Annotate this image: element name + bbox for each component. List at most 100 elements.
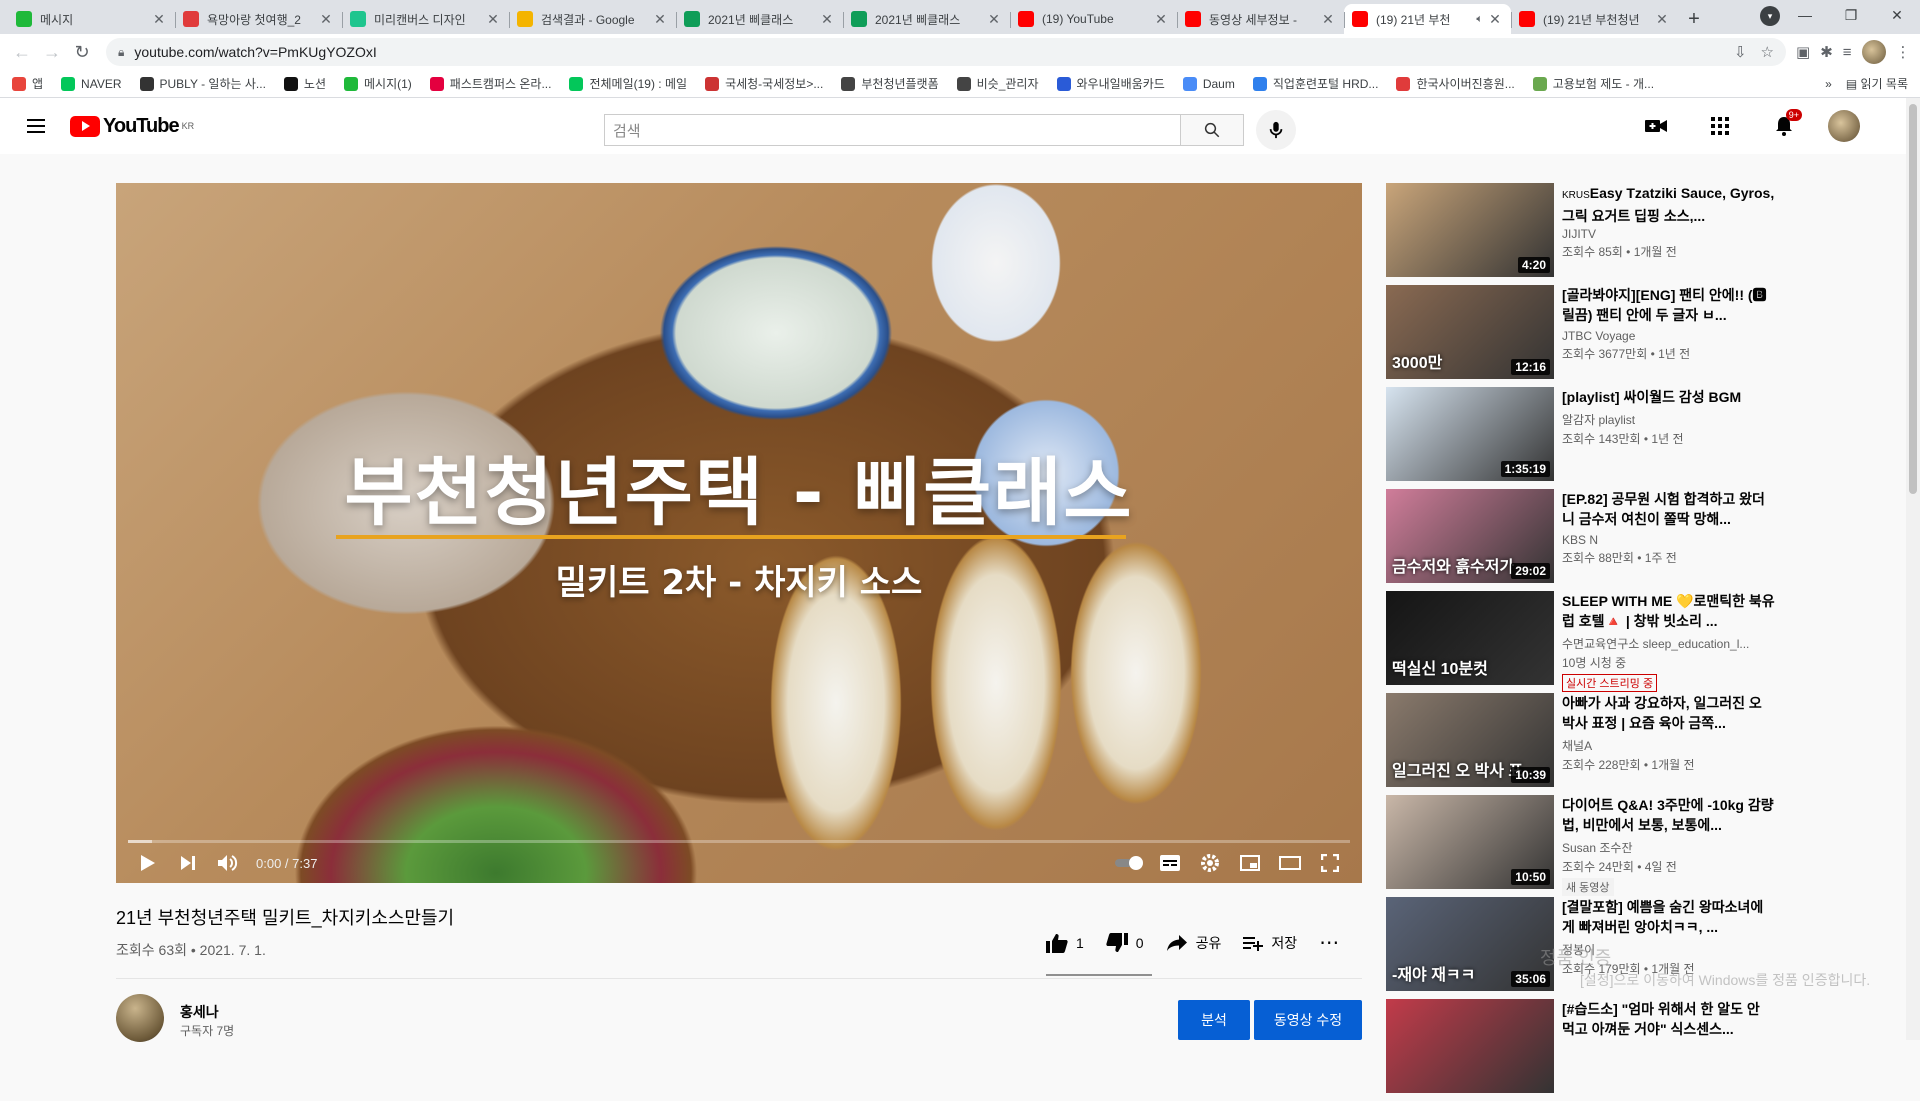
profile-avatar[interactable] [1861,40,1886,64]
bookmark-item[interactable]: 앱 [12,75,43,92]
autoplay-toggle[interactable] [1110,843,1150,883]
recommendation-channel[interactable]: KBS N [1562,533,1776,547]
voice-search-button[interactable] [1256,110,1296,150]
menu-icon[interactable] [16,106,56,146]
browser-tab[interactable]: (19) 21년 부천 🔈︎ ✕ [1344,4,1511,34]
bookmark-star-icon[interactable]: ☆ [1761,43,1774,61]
theater-mode-icon[interactable] [1270,843,1310,883]
recommendation-card[interactable]: 1:35:19 [playlist] 싸이월드 감성 BGM 알감자 playlis… [1386,387,1916,481]
recommendation-card[interactable]: 금수저와 흙수저가 29:02 [EP.82] 공무원 시험 합격하고 왔더니 금수… [1386,489,1916,583]
video-player[interactable]: 부천청년주택 - 삐클래스 밀키트 2차 - 차지키 소스 0:00 / 7:3… [116,183,1362,883]
recommendation-channel[interactable]: 알감자 playlist [1562,411,1776,428]
tab-close-icon[interactable]: ✕ [485,11,501,28]
recommendation-title[interactable]: [골라봐야지][ENG] 팬티 안에!! (🅱릴끔) 팬티 안에 두 글자 ㅂ.… [1562,285,1776,325]
recommendation-title[interactable]: [playlist] 싸이월드 감성 BGM [1562,387,1776,407]
tab-close-icon[interactable]: ✕ [318,11,334,28]
reading-list-button[interactable]: ▤ 읽기 목록 [1846,75,1908,92]
settings-gear-icon[interactable] [1190,843,1230,883]
bookmark-item[interactable]: 메시지(1) [344,75,412,92]
recommendation-channel[interactable]: 수면교육연구소 sleep_education_l... [1562,635,1776,652]
scrollbar-thumb[interactable] [1909,104,1917,494]
back-icon[interactable]: ← [8,38,36,66]
recommendation-channel[interactable]: JTBC Voyage [1562,329,1776,343]
close-window-icon[interactable]: ✕ [1874,0,1920,30]
recommendation-title[interactable]: 다이어트 Q&A! 3주만에 -10kg 감량법, 비만에서 보통, 보통에..… [1562,795,1776,835]
browser-tab[interactable]: (19) YouTube ✕ [1010,4,1177,34]
tab-audio-icon[interactable]: 🔈︎ [1476,13,1483,26]
tab-close-icon[interactable]: ✕ [1487,11,1503,28]
more-actions-icon[interactable]: ⋯ [1319,930,1339,955]
video-thumbnail[interactable]: 금수저와 흙수저가 29:02 [1386,489,1554,583]
video-thumbnail[interactable]: 3000만 12:16 [1386,285,1554,379]
like-button[interactable]: 1 [1046,933,1084,953]
address-bar[interactable]: 🔒︎ youtube.com/watch?v=PmKUgYOZOxI ⇩ ☆ [106,38,1786,66]
recommendation-card[interactable]: 일그러진 오 박사 표 10:39 아빠가 사과 강요하자, 일그러진 오 박사 표… [1386,693,1916,787]
recommendation-card[interactable]: [#습드소] "엄마 위해서 한 알도 안 먹고 아껴둔 거야" 식스센스... [1386,999,1916,1093]
search-button[interactable] [1180,114,1244,146]
tab-close-icon[interactable]: ✕ [652,11,668,28]
bookmark-item[interactable]: 비슷_관리자 [956,75,1039,92]
bookmark-item[interactable]: Daum [1182,76,1235,91]
bookmark-item[interactable]: 고용보험 제도 - 개... [1532,75,1654,92]
youtube-logo[interactable]: YouTube KR [70,115,194,138]
bookmarks-more-icon[interactable]: » [1825,77,1832,91]
minimize-icon[interactable]: — [1782,0,1828,30]
bookmark-item[interactable]: 와우내일배움카드 [1056,75,1165,92]
channel-avatar[interactable] [116,994,164,1042]
analytics-button[interactable]: 분석 [1178,1000,1250,1040]
subtitles-icon[interactable] [1150,843,1190,883]
video-thumbnail[interactable]: 10:50 [1386,795,1554,889]
recommendation-channel[interactable]: Susan 조수잔 [1562,839,1776,856]
menu-dots-icon[interactable]: ⋮ [1896,43,1911,61]
install-icon[interactable]: ⇩ [1734,43,1747,61]
video-thumbnail[interactable]: 일그러진 오 박사 표 10:39 [1386,693,1554,787]
edit-video-button[interactable]: 동영상 수정 [1254,1000,1362,1040]
maximize-icon[interactable]: ❐ [1828,0,1874,30]
video-thumbnail[interactable]: -재야 재ㅋㅋ 35:06 [1386,897,1554,991]
media-control-icon[interactable]: ≡ [1843,44,1852,61]
recommendation-channel[interactable]: JIJITV [1562,227,1776,241]
recommendation-title[interactable]: SLEEP WITH ME 💛로맨틱한 북유럽 호텔🔺 | 창밖 빗소리 ... [1562,591,1776,631]
search-input[interactable]: 검색 [604,114,1180,146]
notifications-icon[interactable]: 9+ [1764,106,1804,146]
bookmark-item[interactable]: PUBLY - 일하는 사... [139,75,266,92]
recommendation-title[interactable]: KRUSEasy Tzatziki Sauce, Gyros, 그릭 요거트 딥… [1562,183,1776,223]
tab-close-icon[interactable]: ✕ [1320,11,1336,28]
recommendation-title[interactable]: [EP.82] 공무원 시험 합격하고 왔더니 금수저 여친이 쫄딱 망해... [1562,489,1776,529]
browser-tab[interactable]: 욕망아랑 첫여행_2 ✕ [175,4,342,34]
recommendation-channel[interactable]: 채널A [1562,737,1776,754]
apps-grid-icon[interactable] [1700,106,1740,146]
browser-tab[interactable]: 미리캔버스 디자인 ✕ [342,4,509,34]
share-button[interactable]: 공유 [1166,933,1221,953]
dislike-button[interactable]: 0 [1106,932,1144,953]
new-tab-icon[interactable]: + [1678,4,1710,34]
recommendation-card[interactable]: 4:20 KRUSEasy Tzatziki Sauce, Gyros, 그릭 요… [1386,183,1916,277]
recommendation-card[interactable]: 떡실신 10분컷 SLEEP WITH ME 💛로맨틱한 북유럽 호텔🔺 | 창밖… [1386,591,1916,692]
miniplayer-icon[interactable] [1230,843,1270,883]
play-icon[interactable] [128,843,168,883]
reload-icon[interactable]: ↻ [68,38,96,66]
tab-close-icon[interactable]: ✕ [819,11,835,28]
account-avatar[interactable] [1828,110,1860,142]
recommendation-title[interactable]: 아빠가 사과 강요하자, 일그러진 오 박사 표정 | 요즘 육아 금쪽... [1562,693,1776,733]
create-video-icon[interactable] [1636,106,1676,146]
channel-name[interactable]: 홍세나 [180,1002,219,1022]
browser-tab[interactable]: 동영상 세부정보 - ✕ [1177,4,1344,34]
tab-close-icon[interactable]: ✕ [151,11,167,28]
fullscreen-icon[interactable] [1310,843,1350,883]
recommendation-card[interactable]: 3000만 12:16 [골라봐야지][ENG] 팬티 안에!! (🅱릴끔) 팬티 … [1386,285,1916,379]
tab-close-icon[interactable]: ✕ [1654,11,1670,28]
extension-icon[interactable]: ▣ [1796,43,1810,61]
bookmark-item[interactable]: 노션 [283,75,326,92]
recommendation-title[interactable]: [결말포함] 예쁨을 숨긴 왕따소녀에게 빠져버린 앙아치ㅋㅋ, ... [1562,897,1776,937]
bookmark-item[interactable]: 국세청-국세정보>... [705,75,823,92]
next-icon[interactable] [168,843,208,883]
bookmark-item[interactable]: NAVER [61,76,122,91]
video-thumbnail[interactable]: 떡실신 10분컷 [1386,591,1554,685]
puzzle-icon[interactable]: ✱ [1820,43,1833,61]
recommendation-title[interactable]: [#습드소] "엄마 위해서 한 알도 안 먹고 아껴둔 거야" 식스센스... [1562,999,1776,1039]
tab-close-icon[interactable]: ✕ [1153,11,1169,28]
video-thumbnail[interactable] [1386,999,1554,1093]
page-scrollbar[interactable] [1906,98,1920,1040]
browser-tab[interactable]: 2021년 삐클래스 ✕ [676,4,843,34]
